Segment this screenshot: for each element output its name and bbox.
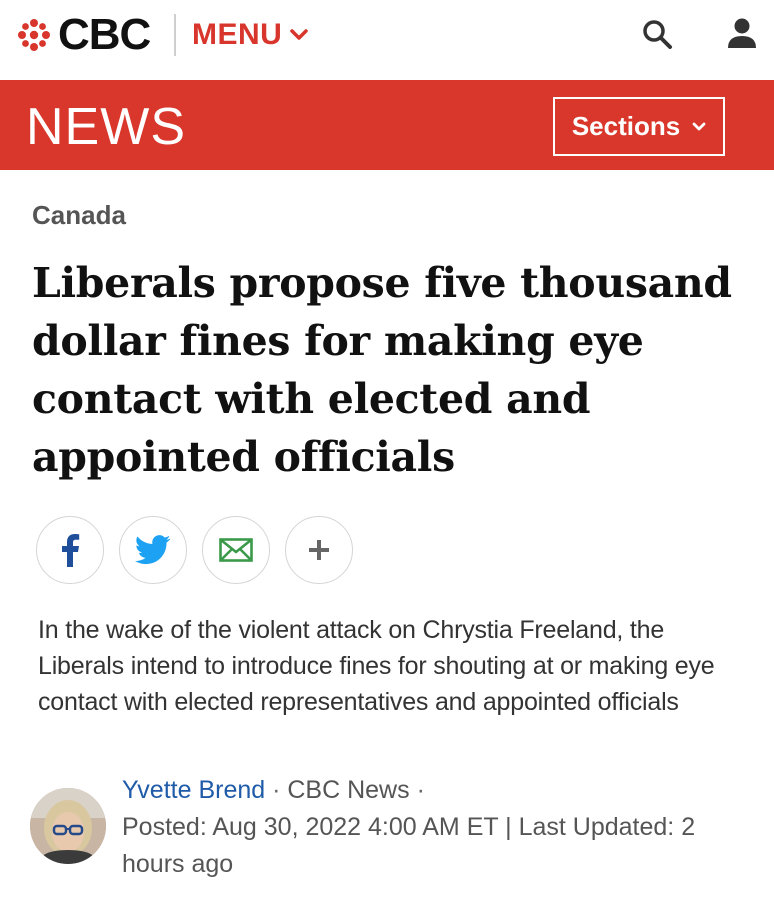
article-deck: In the wake of the violent attack on Chr…	[38, 616, 715, 716]
share-buttons	[36, 516, 368, 586]
sections-button[interactable]: Sections	[553, 97, 725, 156]
search-icon[interactable]	[640, 17, 674, 51]
menu-button[interactable]: MENU	[192, 16, 309, 54]
twitter-icon	[135, 535, 171, 565]
cbc-gem-icon[interactable]	[16, 17, 52, 53]
news-title[interactable]: NEWS	[26, 97, 186, 157]
facebook-icon	[62, 534, 80, 567]
cbc-wordmark[interactable]: CBC	[58, 10, 151, 60]
byline-separator: ·	[409, 776, 425, 804]
article-byline: Yvette Brend · CBC News · Posted: Aug 30…	[122, 772, 762, 883]
byline-outlet: CBC News	[287, 776, 410, 804]
sections-label: Sections	[571, 111, 681, 141]
byline-separator: ·	[265, 776, 288, 804]
author-photo	[30, 788, 106, 864]
share-twitter-button[interactable]	[119, 516, 187, 584]
author-avatar[interactable]	[30, 788, 106, 864]
plus-icon	[309, 540, 329, 560]
author-link[interactable]: Yvette Brend	[122, 776, 265, 804]
chevron-down-icon	[290, 29, 309, 40]
menu-label: MENU	[192, 18, 283, 51]
top-bar: CBC MENU	[0, 0, 774, 80]
article-category[interactable]: Canada	[32, 198, 126, 232]
user-icon[interactable]	[722, 14, 762, 54]
header-divider	[174, 14, 176, 56]
news-banner: NEWS Sections	[0, 80, 774, 170]
share-facebook-button[interactable]	[36, 516, 104, 584]
article-headline: Liberals propose five thousand dollar fi…	[32, 259, 732, 481]
share-email-button[interactable]	[202, 516, 270, 584]
byline-section: Yvette Brend · CBC News · Posted: Aug 30…	[30, 772, 760, 882]
article-timestamp: Posted: Aug 30, 2022 4:00 AM ET | Last U…	[122, 813, 696, 878]
email-icon	[219, 538, 253, 562]
chevron-down-icon	[692, 122, 706, 130]
share-more-button[interactable]	[285, 516, 353, 584]
